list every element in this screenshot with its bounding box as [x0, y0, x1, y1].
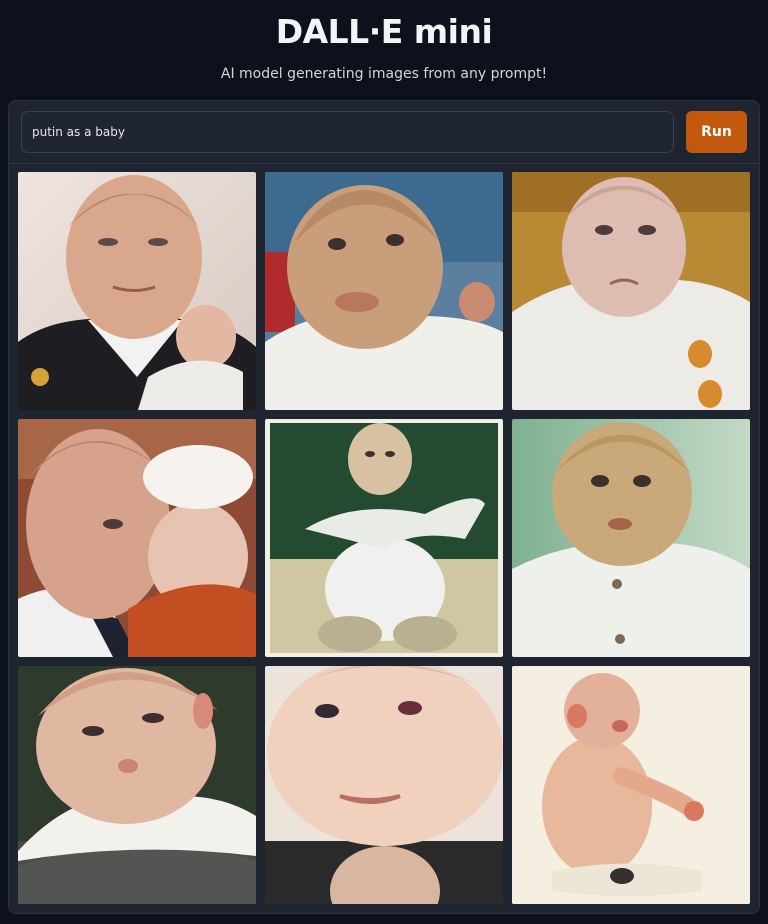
app-page: DALL·E mini AI model generating images f… — [0, 0, 768, 924]
generated-image-1[interactable] — [18, 172, 256, 410]
prompt-input[interactable] — [21, 111, 674, 153]
generated-image-9[interactable] — [512, 666, 750, 904]
generated-image-6[interactable] — [512, 419, 750, 657]
generated-image-3[interactable] — [512, 172, 750, 410]
generated-image-4[interactable] — [18, 419, 256, 657]
generated-image-2[interactable] — [265, 172, 503, 410]
run-button[interactable]: Run — [686, 111, 747, 153]
generated-image-8[interactable] — [265, 666, 503, 904]
page-subtitle: AI model generating images from any prom… — [220, 66, 548, 82]
generated-image-7[interactable] — [18, 666, 256, 904]
image-gallery — [18, 172, 750, 906]
page-title: DALL·E mini — [275, 12, 493, 51]
generated-image-5[interactable] — [265, 419, 503, 657]
divider — [9, 163, 759, 164]
